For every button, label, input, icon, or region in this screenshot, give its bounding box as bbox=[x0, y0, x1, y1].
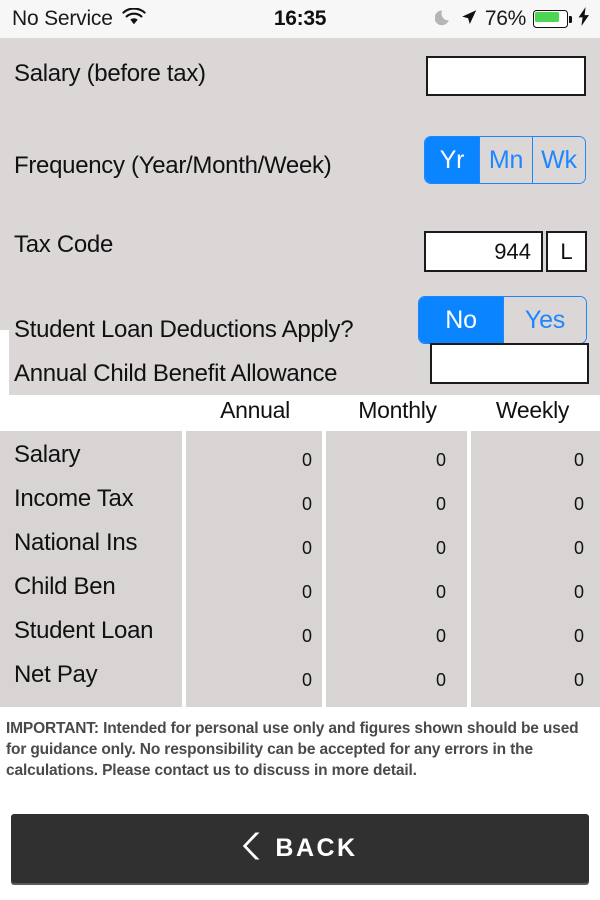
cell-salary-weekly: 0 bbox=[573, 450, 584, 470]
status-bar: No Service 16:35 76% bbox=[0, 0, 600, 38]
row-label-salary: Salary bbox=[14, 441, 81, 468]
cell-child-ben-weekly: 0 bbox=[573, 582, 584, 602]
frequency-segmented-control[interactable]: Yr Mn Wk bbox=[424, 136, 586, 184]
results-rows: Salary 0 0 0 Income Tax 0 0 0 National I… bbox=[0, 431, 600, 707]
cell-income-tax-annual: 0 bbox=[301, 494, 312, 514]
row-label-national-ins: National Ins bbox=[14, 529, 138, 556]
cell-student-loan-annual: 0 bbox=[301, 626, 312, 646]
student-loan-segmented-control[interactable]: No Yes bbox=[418, 296, 587, 344]
status-bar-right: 76% bbox=[434, 7, 590, 31]
frequency-row: Frequency (Year/Month/Week) Yr Mn Wk bbox=[0, 113, 600, 209]
row-label-income-tax: Income Tax bbox=[14, 485, 134, 512]
cell-student-loan-monthly: 0 bbox=[435, 626, 446, 646]
cell-income-tax-monthly: 0 bbox=[435, 494, 446, 514]
salary-input[interactable] bbox=[426, 56, 586, 96]
disclaimer-text: IMPORTANT: Intended for personal use onl… bbox=[6, 720, 579, 779]
salary-calculator-screen: No Service 16:35 76% Salary (before tax)… bbox=[0, 0, 600, 900]
back-button[interactable]: BACK bbox=[11, 814, 589, 883]
location-arrow-icon bbox=[460, 8, 478, 31]
child-benefit-row: Annual Child Benefit Allowance bbox=[0, 343, 600, 395]
results-table: Annual Monthly Weekly Salary 0 0 0 Incom… bbox=[0, 395, 600, 712]
tax-code-number-value: 944 bbox=[494, 238, 531, 264]
frequency-label: Frequency (Year/Month/Week) bbox=[14, 152, 332, 179]
results-table-header: Annual Monthly Weekly bbox=[0, 395, 600, 431]
column-header-weekly: Weekly bbox=[495, 397, 570, 423]
cell-student-loan-weekly: 0 bbox=[573, 626, 584, 646]
column-header-monthly: Monthly bbox=[358, 397, 437, 423]
frequency-option-wk[interactable]: Wk bbox=[532, 137, 585, 183]
battery-icon bbox=[533, 10, 572, 28]
cell-child-ben-annual: 0 bbox=[301, 582, 312, 602]
lightning-bolt-icon bbox=[578, 7, 590, 31]
cell-net-pay-weekly: 0 bbox=[573, 670, 584, 690]
child-benefit-input[interactable] bbox=[430, 343, 589, 384]
tax-code-row: Tax Code 944 L bbox=[0, 209, 600, 284]
row-label-child-ben: Child Ben bbox=[14, 573, 116, 600]
child-benefit-label: Annual Child Benefit Allowance bbox=[14, 360, 338, 387]
student-loan-option-no[interactable]: No bbox=[419, 297, 503, 343]
cell-national-ins-monthly: 0 bbox=[435, 538, 446, 558]
battery-percent-label: 76% bbox=[484, 7, 526, 30]
cell-national-ins-weekly: 0 bbox=[573, 538, 584, 558]
cell-net-pay-monthly: 0 bbox=[435, 670, 446, 690]
cell-national-ins-annual: 0 bbox=[301, 538, 312, 558]
cell-net-pay-annual: 0 bbox=[301, 670, 312, 690]
cell-child-ben-monthly: 0 bbox=[435, 582, 446, 602]
row-label-net-pay: Net Pay bbox=[14, 661, 98, 688]
row-label-student-loan: Student Loan bbox=[14, 617, 154, 644]
frequency-option-mn[interactable]: Mn bbox=[479, 137, 532, 183]
student-loan-option-yes[interactable]: Yes bbox=[503, 297, 586, 343]
cell-income-tax-weekly: 0 bbox=[573, 494, 584, 514]
disclaimer: IMPORTANT: Intended for personal use onl… bbox=[0, 714, 600, 796]
student-loan-label: Student Loan Deductions Apply? bbox=[14, 316, 354, 343]
tax-code-number-input[interactable]: 944 bbox=[424, 231, 543, 272]
salary-label: Salary (before tax) bbox=[14, 60, 206, 87]
cell-salary-monthly: 0 bbox=[435, 450, 446, 470]
cell-salary-annual: 0 bbox=[301, 450, 312, 470]
back-button-label: BACK bbox=[275, 834, 358, 862]
salary-row: Salary (before tax) bbox=[0, 38, 600, 113]
tax-code-letter-input[interactable]: L bbox=[546, 231, 587, 272]
results-table-body: Salary 0 0 0 Income Tax 0 0 0 National I… bbox=[0, 431, 600, 707]
input-form: Salary (before tax) Frequency (Year/Mont… bbox=[0, 38, 600, 395]
frequency-option-yr[interactable]: Yr bbox=[425, 137, 479, 183]
column-header-annual: Annual bbox=[220, 397, 290, 423]
tax-code-letter-value: L bbox=[560, 238, 573, 264]
chevron-left-icon bbox=[242, 831, 263, 866]
moon-icon bbox=[434, 8, 453, 31]
tax-code-label: Tax Code bbox=[14, 231, 113, 258]
